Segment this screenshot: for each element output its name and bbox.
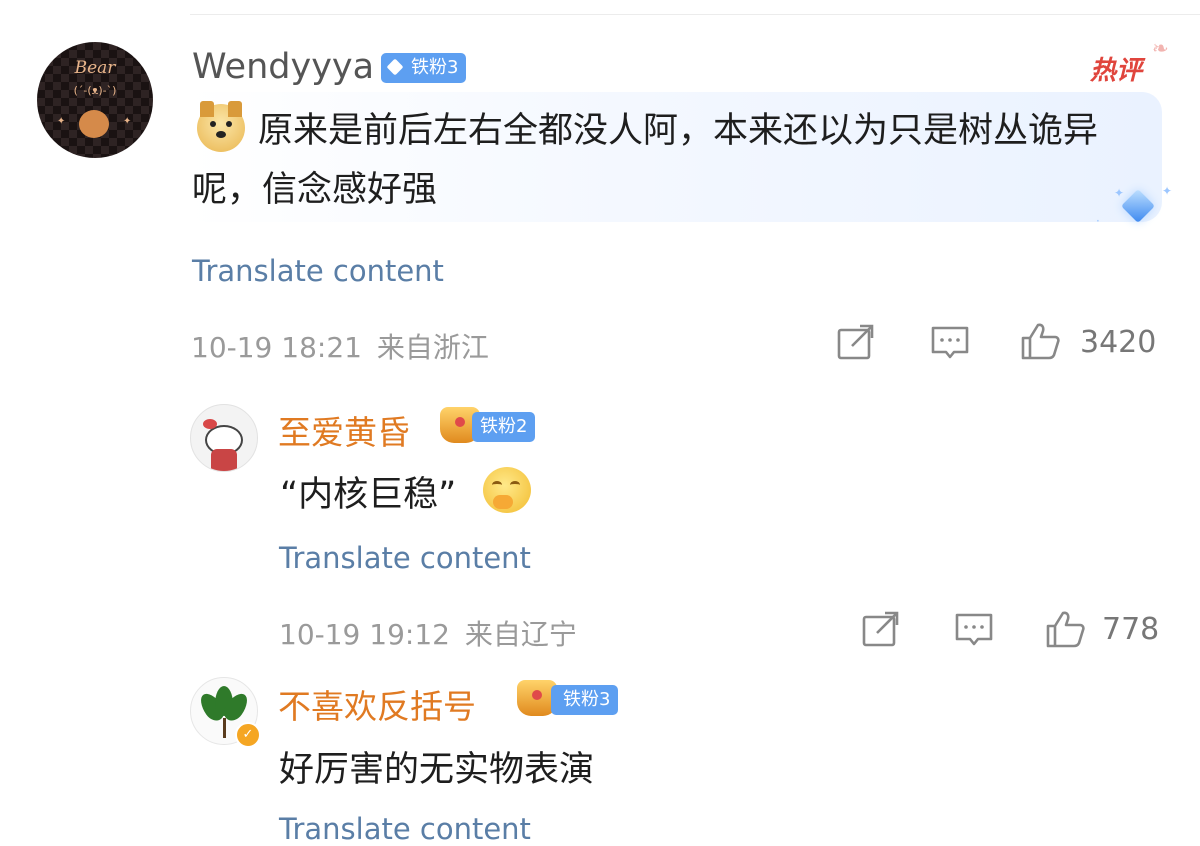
timestamp: 10-19 18:21 bbox=[191, 331, 362, 364]
comment-meta: 10-19 19:12 来自辽宁 bbox=[279, 613, 577, 653]
like-icon[interactable] bbox=[1020, 322, 1060, 360]
share-icon[interactable] bbox=[836, 324, 876, 362]
like-icon[interactable] bbox=[1045, 610, 1085, 648]
fan-badge-label: 铁粉3 bbox=[411, 57, 459, 78]
avatar-text: Bear bbox=[74, 58, 116, 78]
username[interactable]: 不喜欢反括号 bbox=[278, 680, 476, 728]
reply-text: “内核巨稳” bbox=[280, 475, 457, 515]
star-icon: ✦ bbox=[57, 116, 66, 127]
fan-badge[interactable]: 铁粉3 bbox=[551, 685, 619, 715]
share-icon[interactable] bbox=[861, 611, 901, 649]
location: 来自辽宁 bbox=[464, 618, 577, 651]
fan-badge-label: 铁粉3 bbox=[563, 689, 611, 710]
star-icon: ✦ bbox=[123, 116, 132, 127]
like-count: 3420 bbox=[1080, 325, 1157, 360]
timestamp: 10-19 19:12 bbox=[279, 618, 450, 651]
diamond-icon bbox=[386, 58, 404, 76]
fan-badge-label: 铁粉2 bbox=[480, 416, 528, 437]
avatar[interactable] bbox=[190, 404, 258, 472]
comment-meta: 10-19 18:21 来自浙江 bbox=[191, 326, 489, 366]
top-divider bbox=[190, 14, 1200, 15]
comment-icon[interactable] bbox=[954, 611, 994, 649]
username[interactable]: 至爱黄昏 bbox=[278, 406, 410, 454]
hot-badge-label: 热评 bbox=[1090, 56, 1143, 86]
username[interactable]: Wendyyya bbox=[192, 45, 374, 89]
like-count: 778 bbox=[1102, 612, 1160, 647]
avatar[interactable]: Bear (´-(ᴥ)-`) ✦ ✦ bbox=[37, 42, 153, 158]
sparkle-icon: ✦ bbox=[1114, 186, 1125, 200]
flame-icon: ❧ bbox=[1152, 36, 1169, 60]
translate-link[interactable]: Translate content bbox=[279, 812, 531, 846]
translate-link[interactable]: Translate content bbox=[279, 541, 531, 575]
comment-icon[interactable] bbox=[930, 324, 970, 362]
cookie-icon bbox=[79, 110, 109, 138]
sparkle-icon: ✦ bbox=[1162, 184, 1173, 198]
translate-link[interactable]: Translate content bbox=[192, 254, 444, 288]
fan-badge[interactable]: 铁粉2 bbox=[472, 412, 536, 442]
thinking-emoji bbox=[483, 467, 531, 513]
hot-comment-badge: 热评 ❧ bbox=[1090, 36, 1169, 87]
sparkle-icon: · bbox=[1096, 214, 1100, 228]
avatar-face: (´-(ᴥ)-`) bbox=[73, 84, 117, 97]
comment-text: 原来是前后左右全都没人阿，本来还以为只是树丛诡异呢，信念感好强 bbox=[192, 111, 1099, 210]
reply-text: 好厉害的无实物表演 bbox=[279, 750, 595, 790]
location: 来自浙江 bbox=[376, 331, 489, 364]
verified-icon: ✓ bbox=[235, 722, 261, 748]
fan-badge[interactable]: 铁粉3 bbox=[381, 53, 467, 83]
